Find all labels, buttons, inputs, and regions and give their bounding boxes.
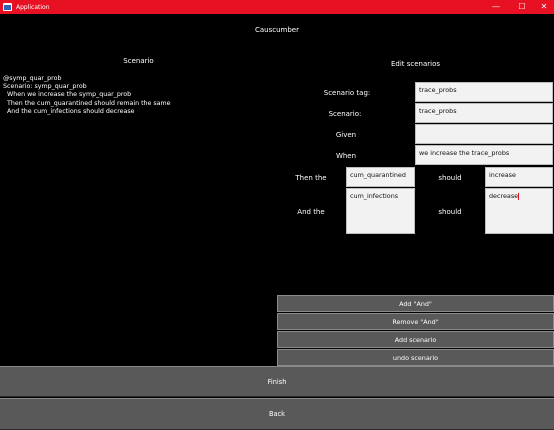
app-icon — [3, 3, 12, 11]
and-should-label: should — [438, 208, 462, 216]
add-scenario-button[interactable]: Add scenario — [277, 331, 554, 348]
remove-and-button[interactable]: Remove "And" — [277, 313, 554, 330]
then-label: Then the — [295, 174, 327, 182]
edit-scenarios-heading: Edit scenarios — [390, 60, 441, 68]
when-input[interactable]: we increase the trace_probs — [415, 145, 553, 165]
when-label: When — [335, 152, 357, 160]
scenario-tag-label: Scenario tag: — [323, 89, 371, 97]
and-change-value: decrease — [489, 192, 519, 200]
given-label: Given — [335, 131, 357, 139]
undo-scenario-button[interactable]: undo scenario — [277, 349, 554, 366]
and-change-input[interactable]: decrease — [485, 188, 553, 234]
and-variable-input[interactable]: cum_infections — [346, 188, 415, 234]
add-and-button[interactable]: Add "And" — [277, 295, 554, 312]
scenario-text: @symp_quar_prob Scenario: symp_quar_prob… — [3, 75, 171, 115]
close-icon[interactable]: ✕ — [531, 0, 554, 14]
scenario-label: Scenario: — [328, 110, 362, 118]
back-button[interactable]: Back — [0, 398, 554, 430]
text-cursor — [518, 192, 520, 200]
then-should-label: should — [438, 174, 462, 182]
app-heading: Causcumber — [255, 26, 299, 34]
window-titlebar[interactable]: Application — ☐ ✕ — [0, 0, 554, 14]
scenario-heading: Scenario — [123, 57, 154, 65]
finish-button[interactable]: Finish — [0, 366, 554, 397]
given-input[interactable] — [415, 124, 553, 144]
scenario-name-input[interactable]: trace_probs — [415, 103, 553, 123]
and-label: And the — [297, 208, 325, 216]
scenario-tag-input[interactable]: trace_probs — [415, 82, 553, 102]
window-title: Application — [16, 3, 50, 11]
then-variable-input[interactable]: cum_quarantined — [346, 167, 415, 187]
minimize-icon[interactable]: — — [483, 0, 509, 14]
then-change-input[interactable]: increase — [485, 167, 553, 187]
